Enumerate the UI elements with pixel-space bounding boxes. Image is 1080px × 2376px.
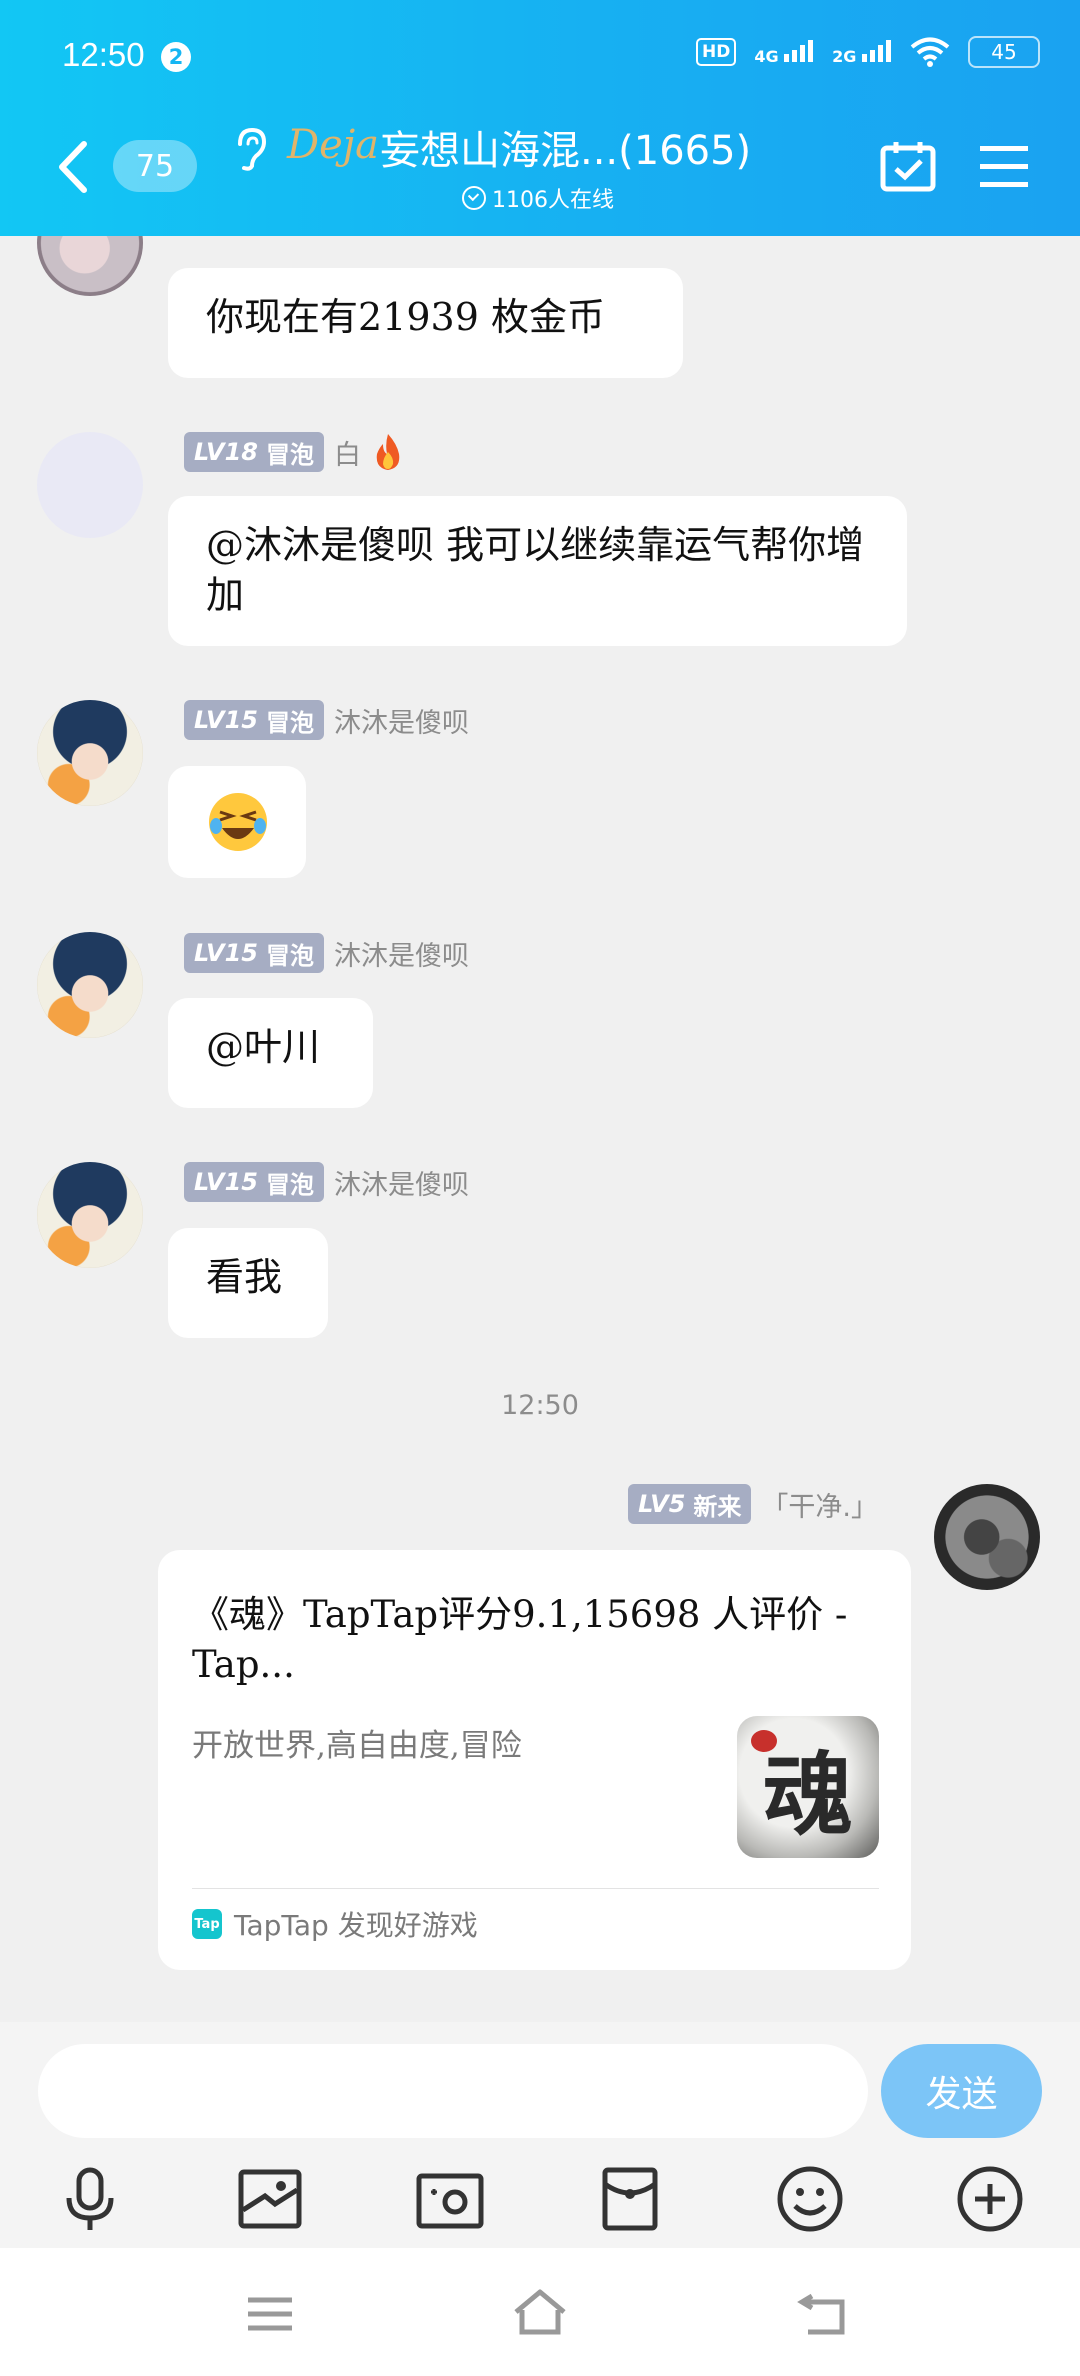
self-avatar[interactable]	[934, 1484, 1040, 1590]
plus-icon[interactable]	[955, 2164, 1025, 2234]
card-title: 《魂》TapTap评分9.1,15698 人评价 - Tap...	[192, 1593, 848, 1686]
camera-icon[interactable]	[415, 2164, 485, 2234]
time-separator: 12:50	[501, 1390, 579, 1421]
link-share-card[interactable]: 《魂》TapTap评分9.1,15698 人评价 - Tap... 开放世界,高…	[158, 1550, 911, 1970]
message-bubble[interactable]: @沐沐是傻呗 我可以继续靠运气帮你增加	[168, 496, 907, 646]
message-meta: LV15 冒泡 沐沐是傻呗	[184, 933, 469, 973]
red-packet-icon[interactable]	[595, 2164, 665, 2234]
status-time: 12:50	[62, 36, 145, 73]
nickname[interactable]: 沐沐是傻呗	[334, 934, 469, 973]
level-badge: LV15 冒泡	[184, 933, 324, 973]
hd-icon: HD	[695, 38, 737, 66]
back-nav-icon[interactable]	[794, 2286, 854, 2342]
notification-count-badge: 2	[161, 42, 191, 72]
avatar[interactable]	[37, 932, 143, 1038]
message-input[interactable]	[38, 2044, 868, 2138]
message-meta: LV5 新来 「干净.」	[628, 1484, 878, 1524]
game-thumbnail: 魂	[737, 1716, 879, 1858]
avatar[interactable]	[37, 1162, 143, 1268]
ear-icon[interactable]	[232, 126, 268, 172]
online-check-icon	[462, 186, 486, 210]
microphone-icon[interactable]	[55, 2164, 125, 2234]
online-count: 1106人在线	[462, 182, 614, 214]
recent-apps-icon[interactable]	[240, 2286, 300, 2342]
image-icon[interactable]	[235, 2164, 305, 2234]
message-meta: LV15 冒泡 沐沐是傻呗	[184, 1162, 469, 1202]
avatar[interactable]	[37, 432, 143, 538]
message-meta: LV18 冒泡 白	[184, 432, 405, 472]
card-divider	[192, 1888, 879, 1889]
battery-icon: 45	[968, 36, 1040, 68]
unread-count-pill[interactable]: 75	[113, 140, 197, 192]
message-bubble[interactable]: 看我	[168, 1228, 328, 1338]
level-badge: LV15 冒泡	[184, 700, 324, 740]
signal-2g-icon: 2G	[832, 39, 892, 65]
avatar[interactable]	[37, 700, 143, 806]
home-icon[interactable]	[510, 2286, 570, 2342]
wifi-icon	[910, 37, 950, 67]
level-badge: LV15 冒泡	[184, 1162, 324, 1202]
nickname[interactable]: 沐沐是傻呗	[334, 1163, 469, 1202]
message-bubble[interactable]: 你现在有21939 枚金币	[168, 268, 683, 378]
nickname[interactable]: 「干净.」	[761, 1485, 878, 1524]
message-bubble[interactable]: @叶川	[168, 998, 373, 1108]
message-bubble[interactable]	[168, 766, 306, 878]
menu-icon[interactable]	[978, 144, 1030, 188]
card-description: 开放世界,高自由度,冒险	[192, 1728, 522, 1764]
emoji-icon[interactable]	[775, 2164, 845, 2234]
taptap-logo-icon: Tap	[192, 1909, 222, 1939]
back-arrow-icon[interactable]	[54, 140, 90, 194]
group-title[interactable]: 妄想山海混...(1665)	[380, 118, 751, 176]
input-area: 发送	[0, 2022, 1080, 2248]
chat-header: 12:50 2 HD 4G 2G 45 75 Deja 妄想山海混...(166…	[0, 0, 1080, 236]
status-icons: HD 4G 2G 45	[695, 36, 1040, 68]
send-button[interactable]: 发送	[881, 2044, 1042, 2138]
nickname[interactable]: 白	[334, 433, 361, 472]
laughing-crying-emoji-icon	[209, 793, 267, 851]
signal-4g-icon: 4G	[754, 39, 814, 65]
nickname[interactable]: 沐沐是傻呗	[334, 701, 469, 740]
level-badge: LV5 新来	[628, 1484, 752, 1524]
avatar[interactable]	[37, 236, 143, 296]
system-nav-bar	[0, 2248, 1080, 2376]
chat-messages[interactable]: 你现在有21939 枚金币 LV18 冒泡 白 @沐沐是傻呗 我可以继续靠运气帮你…	[0, 236, 1080, 2022]
message-meta: LV15 冒泡 沐沐是傻呗	[184, 700, 469, 740]
calendar-check-icon[interactable]	[880, 140, 936, 192]
fire-icon	[376, 434, 400, 470]
level-badge: LV18 冒泡	[184, 432, 324, 472]
card-source: Tap TapTap 发现好游戏	[192, 1904, 478, 1944]
group-logo: Deja	[287, 122, 379, 168]
